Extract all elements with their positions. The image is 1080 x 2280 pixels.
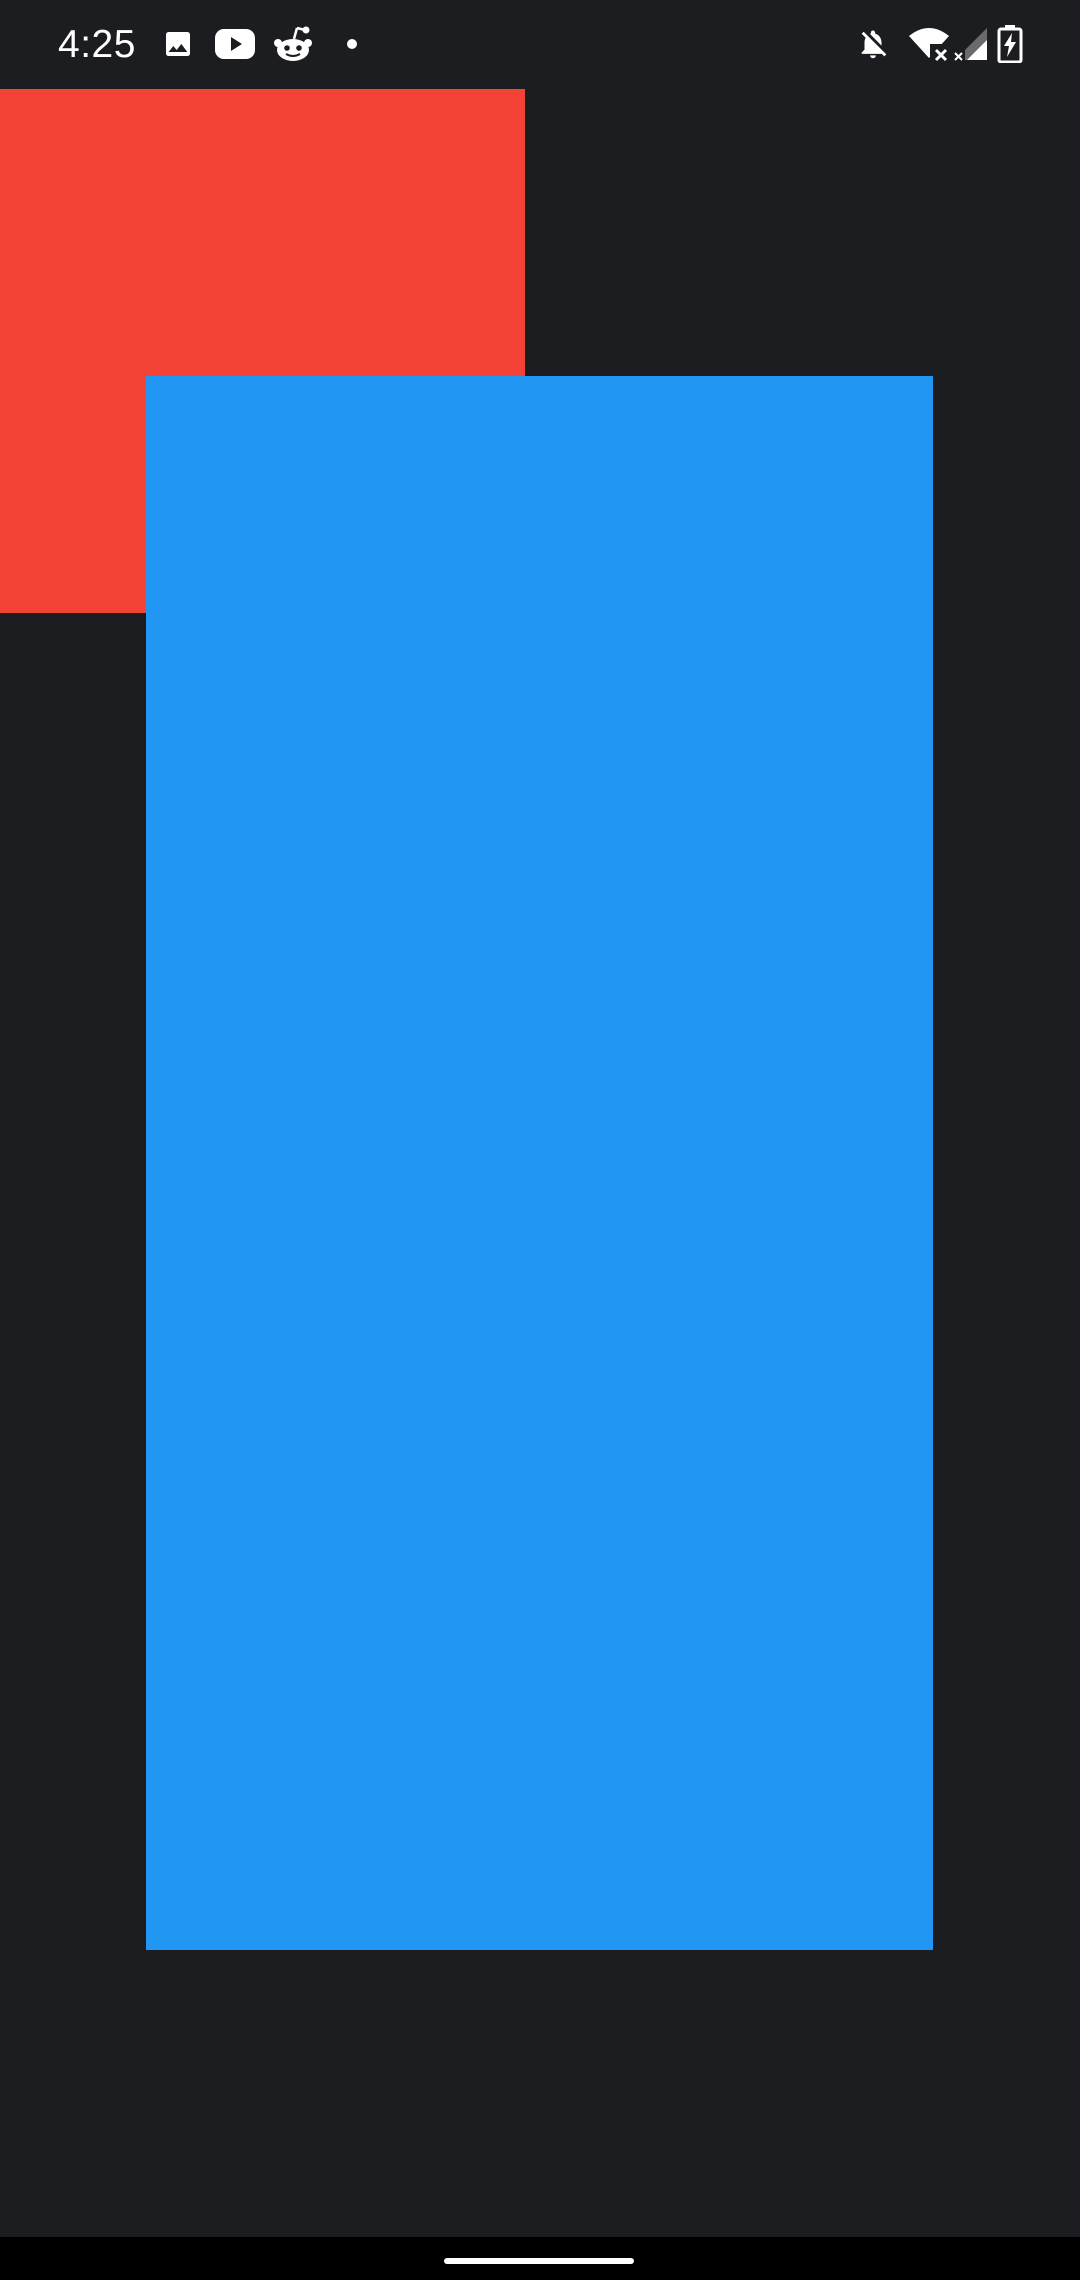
gesture-nav-bar <box>0 2237 1080 2280</box>
blue-rectangle[interactable] <box>146 376 933 1950</box>
reddit-icon <box>273 24 313 64</box>
notification-dot-icon <box>347 39 357 49</box>
status-bar: 4:25 <box>0 0 1080 89</box>
drawing-canvas[interactable] <box>0 89 1080 2237</box>
battery-charging-icon <box>997 25 1023 63</box>
home-gesture-handle[interactable] <box>444 2258 634 2264</box>
wifi-no-internet-icon <box>908 26 950 62</box>
image-icon <box>162 28 194 60</box>
cellular-no-signal-icon <box>953 26 987 62</box>
youtube-icon <box>215 27 255 61</box>
status-time: 4:25 <box>58 23 136 66</box>
bell-off-icon <box>856 26 890 62</box>
